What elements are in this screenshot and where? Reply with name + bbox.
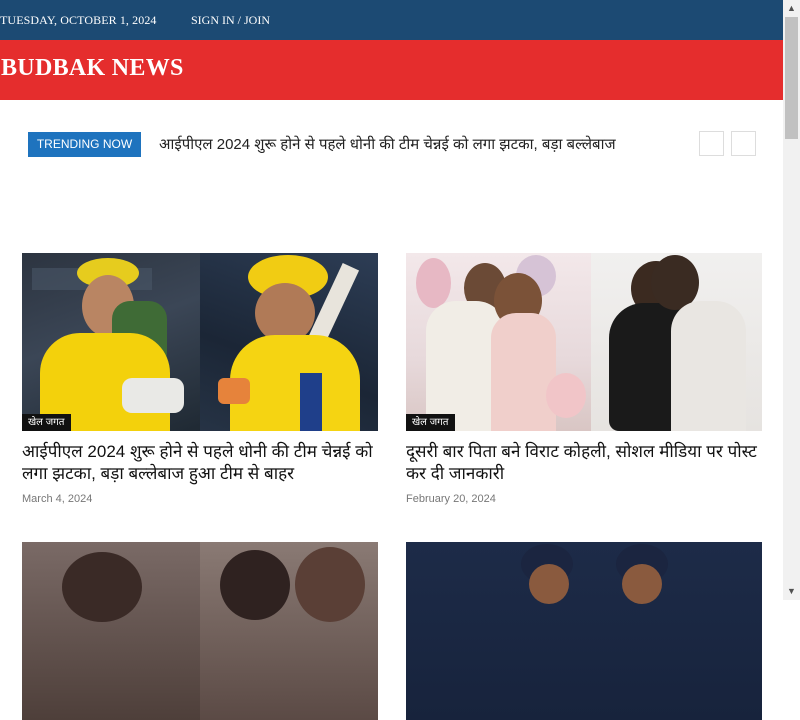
- article-thumbnail[interactable]: खेल जगत: [406, 253, 762, 431]
- scroll-up-icon[interactable]: ▲: [783, 0, 800, 17]
- trending-ticker: TRENDING NOW आईपीएल 2024 शुरू होने से पह…: [28, 131, 756, 158]
- trending-label: TRENDING NOW: [28, 132, 141, 157]
- category-badge[interactable]: खेल जगत: [22, 414, 71, 431]
- trending-next-button[interactable]: [731, 131, 756, 156]
- article-thumbnail[interactable]: [22, 542, 378, 720]
- article-title[interactable]: दूसरी बार पिता बने विराट कोहली, सोशल मीड…: [406, 441, 762, 485]
- current-date: TUESDAY, OCTOBER 1, 2024: [0, 13, 157, 27]
- article-thumbnail[interactable]: [406, 542, 762, 720]
- sign-in-link[interactable]: SIGN IN / JOIN: [191, 13, 270, 28]
- category-badge[interactable]: खेल जगत: [406, 414, 455, 431]
- article-card: खेल जगत दूसरी बार पिता बने विराट कोहली, …: [406, 253, 762, 505]
- article-card: [406, 542, 762, 720]
- article-date: February 20, 2024: [406, 493, 496, 505]
- article-date: March 4, 2024: [22, 493, 93, 505]
- article-thumbnail[interactable]: खेल जगत: [22, 253, 378, 431]
- trending-headline[interactable]: आईपीएल 2024 शुरू होने से पहले धोनी की टी…: [159, 134, 616, 154]
- scroll-down-icon[interactable]: ▼: [783, 583, 800, 600]
- trending-prev-button[interactable]: [699, 131, 724, 156]
- page-scrollbar[interactable]: ▲ ▼: [783, 0, 800, 600]
- header-brand-bar: BUDBAK NEWS: [0, 40, 783, 100]
- article-title[interactable]: आईपीएल 2024 शुरू होने से पहले धोनी की टी…: [22, 441, 378, 485]
- scrollbar-thumb[interactable]: [785, 17, 798, 139]
- site-logo[interactable]: BUDBAK NEWS: [1, 55, 184, 82]
- article-card: खेल जगत आईपीएल 2024 शुरू होने से पहले धो…: [22, 253, 378, 505]
- top-bar: TUESDAY, OCTOBER 1, 2024 SIGN IN / JOIN: [0, 0, 783, 40]
- article-card: [22, 542, 378, 720]
